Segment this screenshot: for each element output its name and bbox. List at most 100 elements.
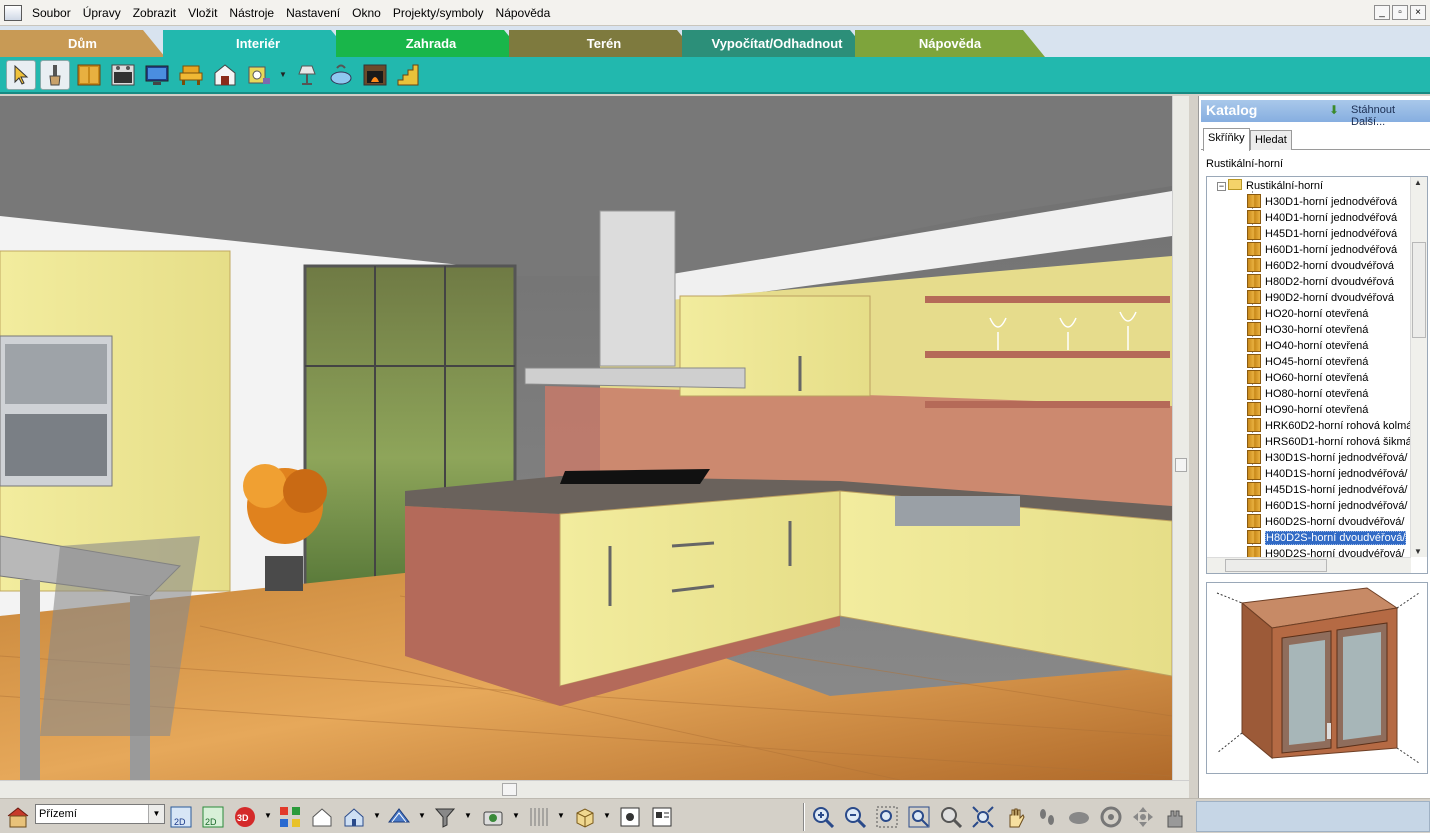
house-floors-icon[interactable] [5,804,31,830]
pointer-icon[interactable] [6,59,36,90]
tab-zahrada[interactable]: Zahrada [336,30,526,57]
fireplace-icon[interactable] [210,60,240,90]
tab-hledat[interactable]: Hledat [1250,130,1292,150]
tree-item[interactable]: H30D1S-horní jednodvéřová/ [1247,450,1407,466]
house-blue-icon[interactable] [341,804,367,830]
tree-item[interactable]: H40D1-horní jednodvéřová [1247,210,1397,226]
view-3d-icon[interactable]: 3D [232,804,258,830]
restore-button[interactable]: ▫ [1392,5,1408,20]
minimize-button[interactable]: _ [1374,5,1390,20]
tab-teren[interactable]: Terén [509,30,699,57]
walk-icon[interactable] [1034,804,1060,830]
menu-okno[interactable]: Okno [346,0,387,26]
pan-hand-icon[interactable] [1002,804,1028,830]
viewport-vscroll-thumb[interactable] [1175,458,1187,472]
view-3d-dropdown-icon[interactable]: ▼ [264,811,272,820]
scroll-up-icon[interactable]: ▲ [1414,178,1422,187]
tree-item[interactable]: H80D2-horní dvoudvéřová [1247,274,1394,290]
tree-item[interactable]: HO45-horní otevřená [1247,354,1368,370]
lamp-icon[interactable] [292,60,322,90]
display-settings-icon[interactable] [617,804,643,830]
house-dropdown-icon[interactable]: ▼ [373,811,381,820]
paint-brush-icon[interactable] [40,59,70,90]
filter-dropdown-icon[interactable]: ▼ [464,811,472,820]
zoom-previous-icon[interactable] [938,804,964,830]
zoom-fit-icon[interactable] [970,804,996,830]
menu-soubor[interactable]: Soubor [26,0,77,26]
menu-upravy[interactable]: Úpravy [77,0,127,26]
tree-item[interactable]: HO20-horní otevřená [1247,306,1368,322]
viewport-hscroll-thumb[interactable] [502,783,517,796]
tree-item[interactable]: HRS60D1-horní rohová šikmá [1247,434,1412,450]
camera-icon[interactable] [480,804,506,830]
download-more-link[interactable]: Stáhnout Další... [1351,104,1430,128]
tree-horizontal-scrollbar[interactable] [1207,557,1411,573]
panel-splitter[interactable] [1189,96,1198,798]
collapse-icon[interactable]: − [1217,182,1226,191]
viewport-vertical-scrollbar[interactable] [1172,96,1189,780]
viewport-horizontal-scrollbar[interactable] [0,780,1189,798]
tab-skrinky[interactable]: Skříňky [1203,128,1250,151]
wall-dropdown-icon[interactable]: ▼ [557,811,565,820]
tree-item[interactable]: H60D1-horní jednodvéřová [1247,242,1397,258]
zoom-in-icon[interactable] [810,804,836,830]
cube-icon[interactable] [571,804,597,830]
cube-dropdown-icon[interactable]: ▼ [603,811,611,820]
tree-item[interactable]: H45D1S-horní jednodvéřová/ [1247,482,1407,498]
view-2d-icon[interactable]: 2D [168,804,194,830]
tab-vypocitat-odhadnout[interactable]: Vypočítat/Odhadnout [682,30,872,57]
scroll-down-icon[interactable]: ▼ [1414,547,1422,556]
tab-interier[interactable]: Interiér [163,30,353,57]
properties-icon[interactable] [649,804,675,830]
menu-zobrazit[interactable]: Zobrazit [127,0,182,26]
menu-projekty-symboly[interactable]: Projekty/symboly [387,0,490,26]
tab-dum[interactable]: Dům [0,30,165,57]
tree-hscroll-thumb[interactable] [1225,559,1327,572]
layers-icon[interactable] [277,804,303,830]
grab-hand-icon[interactable] [1162,804,1188,830]
tree-item[interactable]: H60D2-horní dvoudvéřová [1247,258,1394,274]
tree-item[interactable]: HO80-horní otevřená [1247,386,1368,402]
menu-nastaveni[interactable]: Nastavení [280,0,346,26]
tree-item[interactable]: HO90-horní otevřená [1247,402,1368,418]
tree-item[interactable]: HO30-horní otevřená [1247,322,1368,338]
roof-dropdown-icon[interactable]: ▼ [418,811,426,820]
catalog-tree[interactable]: − Rustikální-horní H30D1-horní jednodvéřo… [1206,176,1428,574]
3d-kitchen-view[interactable] [0,96,1172,780]
zoom-window-icon[interactable] [874,804,900,830]
close-button[interactable]: × [1410,5,1426,20]
tree-item[interactable]: H45D1-horní jednodvéřová [1247,226,1397,242]
tree-item[interactable]: H60D1S-horní jednodvéřová/ [1247,498,1407,514]
tree-vscroll-thumb[interactable] [1412,242,1426,338]
view-2d-plus-icon[interactable]: 2D [200,804,226,830]
roof-icon[interactable] [386,804,412,830]
download-icon[interactable]: ⬇ [1329,103,1339,117]
tree-item[interactable]: H60D2S-horní dvoudvéřová/ [1247,514,1404,530]
menu-nastroje[interactable]: Nástroje [223,0,280,26]
zoom-selection-icon[interactable] [906,804,932,830]
tree-item[interactable]: H40D1S-horní jednodvéřová/ [1247,466,1407,482]
chevron-down-icon[interactable]: ▼ [148,805,164,823]
house-outline-icon[interactable] [309,804,335,830]
electrical-dropdown-icon[interactable]: ▼ [278,70,288,79]
floor-select[interactable]: Přízemí ▼ [35,804,165,824]
orbit-icon[interactable] [1098,804,1124,830]
stairs-icon[interactable] [394,60,424,90]
tree-item[interactable]: HO60-horní otevřená [1247,370,1368,386]
tree-item[interactable]: H80D2S-horní dvoudvéřová/ [1247,530,1407,546]
menu-napoveda[interactable]: Nápověda [490,0,557,26]
tree-item[interactable]: HRK60D2-horní rohová kolmá [1247,418,1412,434]
menu-vlozit[interactable]: Vložit [182,0,223,26]
tree-item[interactable]: H30D1-horní jednodvéřová [1247,194,1397,210]
wall-grid-icon[interactable] [525,804,551,830]
move-icon[interactable] [1130,804,1156,830]
tree-item[interactable]: H90D2-horní dvoudvéřová [1247,290,1394,306]
armchair-icon[interactable] [176,60,206,90]
sanitary-icon[interactable] [326,60,356,90]
monitor-icon[interactable] [142,60,172,90]
kitchen-stove-icon[interactable] [108,60,138,90]
stove-icon[interactable] [360,60,390,90]
tree-root-node[interactable]: − Rustikální-horní [1217,178,1323,194]
camera-dropdown-icon[interactable]: ▼ [512,811,520,820]
fly-icon[interactable] [1066,804,1092,830]
